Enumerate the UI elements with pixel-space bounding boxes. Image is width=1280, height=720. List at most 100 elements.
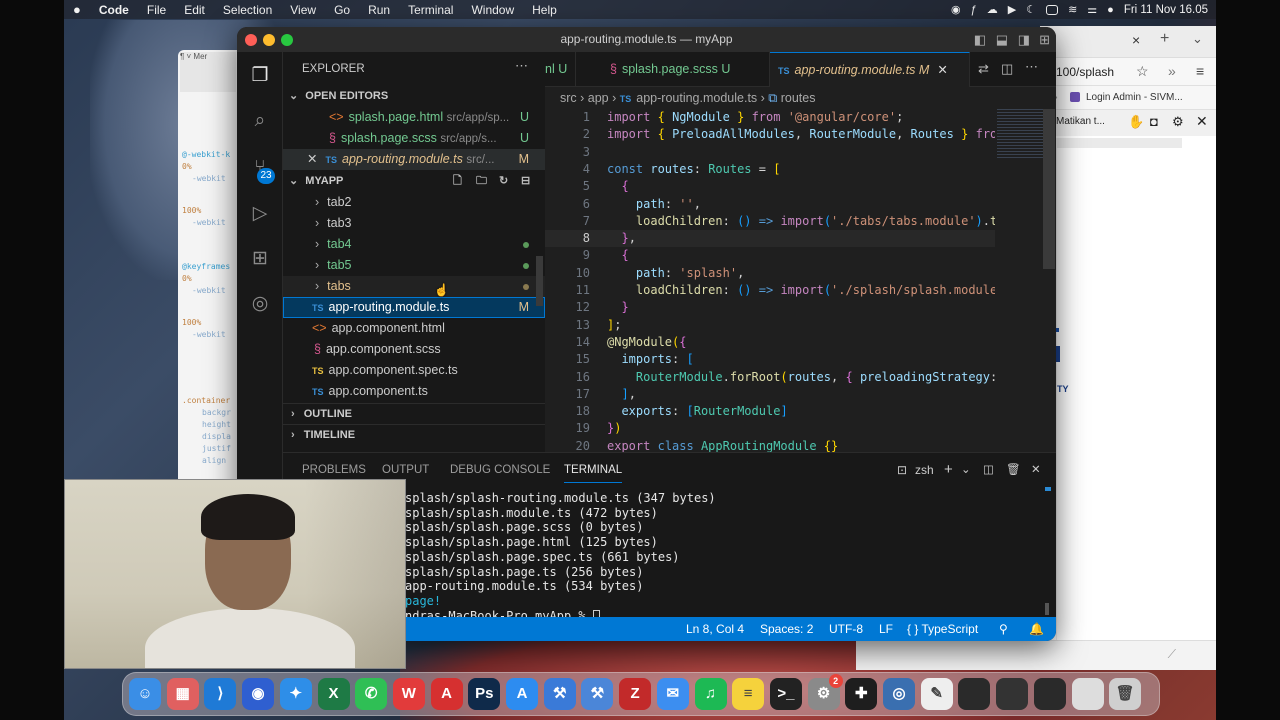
line-ending[interactable]: LF [879, 617, 893, 641]
open-editor-item[interactable]: § splash.page.scss src/app/s... U [283, 128, 545, 149]
tree-folder-tab2[interactable]: › tab2 [283, 192, 545, 213]
clock[interactable]: Fri 11 Nov 16.05 [1124, 4, 1208, 16]
menu-selection[interactable]: Selection [214, 3, 281, 17]
dock-trash-icon[interactable]: 🗑 [1109, 678, 1142, 710]
dock-xcode-2-icon[interactable]: ⚒ [581, 678, 614, 710]
dock-wps-icon[interactable]: W [392, 678, 425, 710]
split-editor-icon[interactable]: ◫ [1001, 61, 1013, 77]
wifi-icon[interactable]: ≋ [1068, 3, 1077, 16]
split-terminal-icon[interactable]: ◫ [983, 453, 994, 487]
browser-address-bar[interactable]: 100/splash ☆ » ≡ [1040, 58, 1216, 86]
compare-icon[interactable]: ⇄ [978, 61, 989, 77]
devtools-dropdown[interactable]: Matikan t... [1056, 116, 1105, 127]
hand-icon[interactable]: ✋ [1128, 114, 1144, 130]
code-line[interactable]: 8 }, [545, 230, 995, 248]
open-editors-header[interactable]: ⌄ OPEN EDITORS [283, 86, 545, 107]
dock-xcode-icon[interactable]: ⚒ [543, 678, 576, 710]
new-terminal-button[interactable]: + [944, 453, 953, 487]
outline-header[interactable]: › OUTLINE [283, 403, 545, 424]
menu-edit[interactable]: Edit [175, 3, 214, 17]
new-tab-button[interactable]: + [1160, 30, 1169, 48]
open-editor-item-active[interactable]: ✕ TS app-routing.module.ts src/... M [283, 149, 545, 170]
dock-photoshop-icon[interactable]: Ps [468, 678, 501, 710]
dock-firefox-icon[interactable]: ◉ [242, 678, 275, 710]
minimap[interactable] [995, 109, 1056, 477]
toggle-sidebar-icon[interactable]: ◧ [974, 27, 986, 52]
code-line[interactable]: 16 RouterModule.forRoot(routes, { preloa… [545, 369, 995, 386]
tab-app-routing[interactable]: TS app-routing.module.ts M ✕ [770, 52, 970, 87]
remote-icon[interactable]: ◎ [248, 292, 272, 316]
tree-folder-tab4[interactable]: › tab4 [283, 234, 545, 255]
breadcrumb-src[interactable]: src [560, 91, 577, 105]
bell-icon[interactable]: 🔔 [1029, 617, 1044, 641]
breadcrumb-symbol[interactable]: routes [781, 91, 816, 105]
menu-run[interactable]: Run [359, 3, 399, 17]
menu-view[interactable]: View [281, 3, 325, 17]
language-mode[interactable]: { } TypeScript [907, 617, 978, 641]
cursor-position[interactable]: Ln 8, Col 4 [686, 617, 744, 641]
camera-icon[interactable]: ◘ [1150, 114, 1158, 129]
dock-window-1-icon[interactable] [958, 678, 991, 710]
tab-terminal[interactable]: TERMINAL [564, 453, 623, 483]
menu-terminal[interactable]: Terminal [399, 3, 462, 17]
sidebar-scrollbar[interactable] [536, 256, 543, 306]
close-icon[interactable]: ✕ [307, 152, 317, 166]
code-line[interactable]: 15 imports: [ [545, 351, 995, 368]
menu-icon[interactable]: ≡ [1196, 63, 1204, 79]
chevron-right-icon[interactable]: » [1168, 63, 1176, 79]
customize-layout-icon[interactable]: ⊞ [1039, 27, 1050, 52]
tab-splash-scss[interactable]: § splash.page.scss U [600, 52, 770, 87]
explorer-icon[interactable]: ❐ [248, 64, 272, 88]
record-icon[interactable]: ◉ [951, 3, 961, 16]
new-folder-icon[interactable]: 🗀 [476, 171, 487, 192]
extensions-icon[interactable]: ⊞ [248, 247, 272, 271]
bookmark-star-icon[interactable]: ☆ [1136, 63, 1149, 80]
dock-system-settings-icon[interactable]: ⚙ 2 [807, 674, 843, 710]
refresh-icon[interactable]: ↻ [499, 171, 508, 192]
tab-close-icon[interactable]: × [1132, 32, 1140, 48]
maximize-window-button[interactable] [281, 34, 293, 46]
encoding[interactable]: UTF-8 [829, 617, 863, 641]
tree-file-app-routing[interactable]: TS app-routing.module.ts M [283, 297, 545, 318]
code-line[interactable]: 3 [545, 144, 995, 161]
code-line[interactable]: 19}) [545, 420, 995, 437]
dock-launchpad-icon[interactable]: ▦ [166, 678, 199, 710]
collapse-all-icon[interactable]: ⊟ [521, 171, 530, 192]
address-text[interactable]: 100/splash [1056, 65, 1114, 79]
terminal-scrollbar[interactable] [1045, 603, 1049, 615]
open-editor-item[interactable]: <> splash.page.html src/app/sp... U [283, 107, 545, 128]
siri-icon[interactable]: ● [1107, 4, 1114, 16]
indentation[interactable]: Spaces: 2 [760, 617, 813, 641]
play-icon[interactable]: ▶ [1008, 3, 1016, 16]
close-panel-icon[interactable]: ✕ [1031, 453, 1041, 487]
code-line[interactable]: 2 import { PreloadAllModules, RouterModul… [545, 126, 995, 143]
menu-go[interactable]: Go [325, 3, 359, 17]
code-line[interactable]: 11 loadChildren: () => import('./splash/… [545, 282, 995, 299]
menu-help[interactable]: Help [523, 3, 566, 17]
new-file-icon[interactable]: 🗋 [453, 171, 462, 192]
chevron-down-icon[interactable]: ⌄ [961, 453, 971, 487]
myapp-header[interactable]: ⌄ MYAPP 🗋 🗀 ↻ ⊟ [283, 171, 545, 192]
code-editor[interactable]: 1 import { NgModule } from '@angular/core… [545, 109, 995, 477]
more-actions-icon[interactable]: ⋯ [515, 58, 528, 74]
dock-window-3-icon[interactable] [1033, 678, 1066, 710]
dock-window-2-icon[interactable] [996, 678, 1029, 710]
timeline-header[interactable]: › TIMELINE [283, 424, 545, 445]
code-line[interactable]: 13]; [545, 317, 995, 334]
tree-folder-tabs[interactable]: › tabs [283, 276, 545, 297]
dock-proxyman-icon[interactable]: ◎ [883, 678, 915, 710]
bookmark-login-admin[interactable]: Login Admin - SIVM... [1086, 92, 1183, 103]
tree-file-app-component-scss[interactable]: § app.component.scss [283, 339, 545, 360]
dock-terminal-icon[interactable]: >_ [769, 678, 802, 710]
font-icon[interactable]: ƒ [971, 4, 977, 16]
toggle-secondary-sidebar-icon[interactable]: ◨ [1018, 27, 1030, 52]
dock-finder-icon[interactable]: ☺ [129, 678, 161, 710]
dock-safari-icon[interactable]: ✦ [279, 678, 312, 710]
tree-folder-tab5[interactable]: › tab5 [283, 255, 545, 276]
tab-list-icon[interactable]: ⌄ [1192, 31, 1203, 47]
dock-notes-icon[interactable]: ≡ [732, 678, 765, 710]
code-line[interactable]: 14 @NgModule({ [545, 334, 995, 351]
tree-folder-tab3[interactable]: › tab3 [283, 213, 545, 234]
tree-file-app-component-html[interactable]: <> app.component.html [283, 318, 545, 339]
close-window-button[interactable] [245, 34, 257, 46]
